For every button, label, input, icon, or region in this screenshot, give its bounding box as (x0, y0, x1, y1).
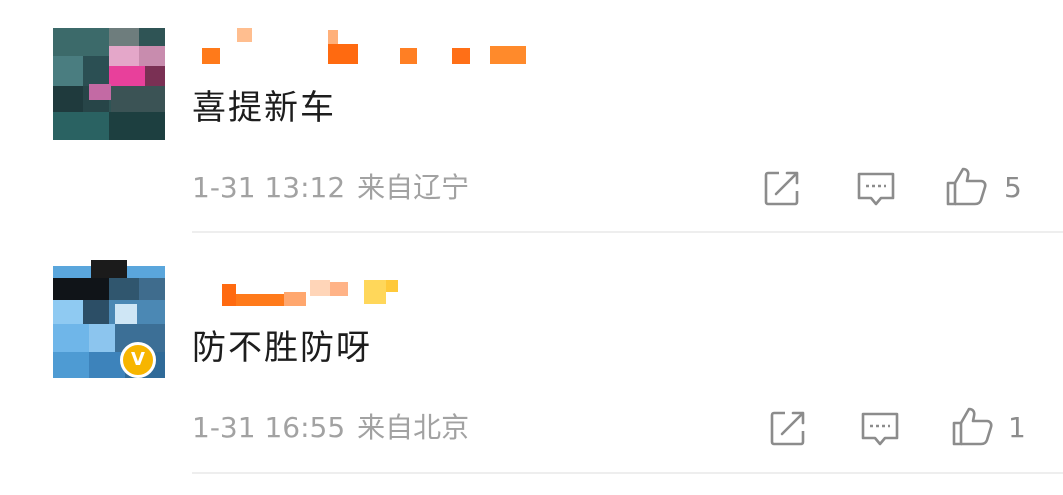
comment-item: V 防不胜防呀 1-31 16:55 来自北京 1 (0, 234, 1063, 474)
like-count: 1 (1008, 411, 1026, 444)
like-button[interactable] (950, 404, 994, 448)
share-icon (770, 411, 805, 446)
divider (192, 231, 1063, 233)
share-button[interactable] (766, 406, 810, 450)
comment-time: 1-31 13:12 (192, 171, 346, 204)
comment-button[interactable] (858, 406, 902, 450)
username-redacted[interactable] (192, 28, 532, 68)
comment-text: 喜提新车 (192, 88, 336, 128)
like-count: 5 (1004, 171, 1022, 204)
comment-icon (857, 172, 895, 206)
comment-location: 来自辽宁 (357, 171, 470, 204)
username-redacted[interactable] (192, 266, 532, 306)
avatar[interactable]: V (53, 260, 165, 378)
comment-meta: 1-31 16:55 来自北京 (192, 410, 469, 446)
comment-icon (861, 412, 899, 446)
divider (192, 472, 1063, 474)
comment-item: 喜提新车 1-31 13:12 来自辽宁 5 (0, 0, 1063, 233)
verified-badge-icon: V (120, 342, 156, 378)
comment-text: 防不胜防呀 (192, 328, 372, 368)
thumbs-up-icon (946, 167, 987, 206)
share-icon (764, 171, 799, 206)
share-button[interactable] (760, 166, 804, 210)
like-button[interactable] (944, 164, 988, 208)
comment-meta: 1-31 13:12 来自辽宁 (192, 170, 469, 206)
comment-button[interactable] (854, 166, 898, 210)
thumbs-up-icon (952, 407, 993, 446)
comment-location: 来自北京 (357, 411, 470, 444)
comment-time: 1-31 16:55 (192, 411, 346, 444)
avatar[interactable] (53, 28, 165, 140)
